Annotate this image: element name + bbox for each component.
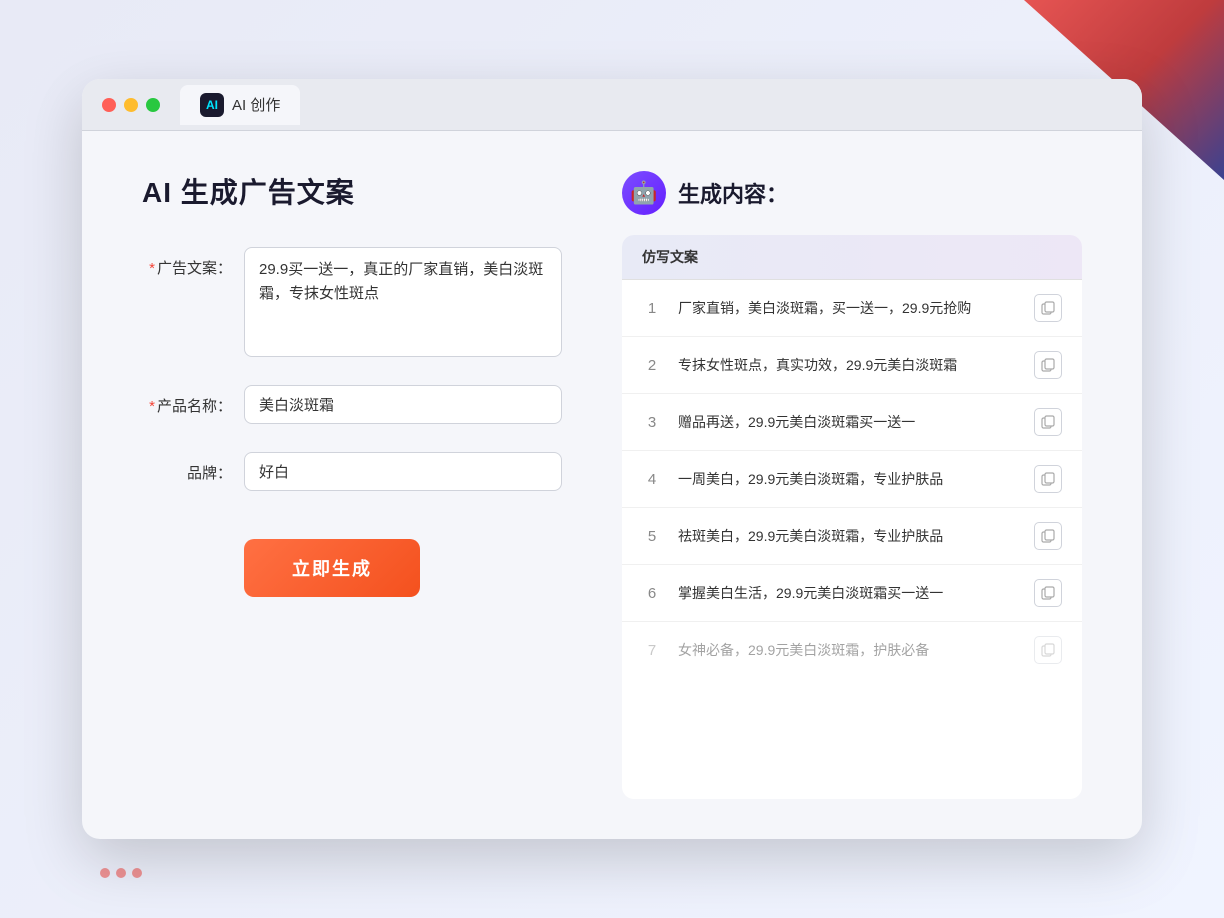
row-text: 厂家直销，美白淡斑霜，买一送一，29.9元抢购 [678,298,1018,319]
required-star-1: * [149,260,155,277]
row-number: 5 [642,528,662,545]
row-text: 专抹女性斑点，真实功效，29.9元美白淡斑霜 [678,355,1018,376]
row-number: 3 [642,414,662,431]
result-row: 7 女神必备，29.9元美白淡斑霜，护肤必备 [622,622,1082,678]
results-table: 仿写文案 1 厂家直销，美白淡斑霜，买一送一，29.9元抢购 2 专抹女性斑点，… [622,235,1082,799]
product-name-group: *产品名称： 美白淡斑霜 [142,385,562,424]
traffic-lights [102,98,160,112]
result-row: 6 掌握美白生活，29.9元美白淡斑霜买一送一 [622,565,1082,622]
ad-copy-label: *广告文案： [142,247,232,278]
copy-button[interactable] [1034,351,1062,379]
row-number: 2 [642,357,662,374]
browser-window: AI AI 创作 AI 生成广告文案 *广告文案： 29.9买一送一，真正的厂家… [82,79,1142,839]
brand-group: 品牌： 好白 [142,452,562,491]
robot-icon: 🤖 [622,171,666,215]
brand-input[interactable]: 好白 [244,452,562,491]
page-title: AI 生成广告文案 [142,171,562,211]
result-row: 1 厂家直销，美白淡斑霜，买一送一，29.9元抢购 [622,280,1082,337]
row-number: 4 [642,471,662,488]
copy-button[interactable] [1034,294,1062,322]
row-text: 女神必备，29.9元美白淡斑霜，护肤必备 [678,640,1018,661]
results-list: 1 厂家直销，美白淡斑霜，买一送一，29.9元抢购 2 专抹女性斑点，真实功效，… [622,280,1082,678]
maximize-button[interactable] [146,98,160,112]
result-row: 5 祛斑美白，29.9元美白淡斑霜，专业护肤品 [622,508,1082,565]
copy-button[interactable] [1034,522,1062,550]
brand-label: 品牌： [142,452,232,483]
copy-button[interactable] [1034,408,1062,436]
result-row: 3 赠品再送，29.9元美白淡斑霜买一送一 [622,394,1082,451]
left-panel: AI 生成广告文案 *广告文案： 29.9买一送一，真正的厂家直销，美白淡斑霜，… [142,171,562,799]
main-content: AI 生成广告文案 *广告文案： 29.9买一送一，真正的厂家直销，美白淡斑霜，… [82,131,1142,839]
close-button[interactable] [102,98,116,112]
result-row: 4 一周美白，29.9元美白淡斑霜，专业护肤品 [622,451,1082,508]
titlebar: AI AI 创作 [82,79,1142,131]
ad-copy-textarea[interactable]: 29.9买一送一，真正的厂家直销，美白淡斑霜，专抹女性斑点 [244,247,562,357]
product-name-input[interactable]: 美白淡斑霜 [244,385,562,424]
row-text: 一周美白，29.9元美白淡斑霜，专业护肤品 [678,469,1018,490]
result-title: 生成内容： [678,177,788,209]
ad-copy-group: *广告文案： 29.9买一送一，真正的厂家直销，美白淡斑霜，专抹女性斑点 [142,247,562,357]
copy-button[interactable] [1034,465,1062,493]
row-number: 7 [642,642,662,659]
tab-label: AI 创作 [232,94,280,115]
result-row: 2 专抹女性斑点，真实功效，29.9元美白淡斑霜 [622,337,1082,394]
row-number: 6 [642,585,662,602]
tab-ai-icon: AI [200,93,224,117]
generate-button[interactable]: 立即生成 [244,539,420,597]
decorative-dots [100,868,142,878]
required-star-2: * [149,398,155,415]
copy-button[interactable] [1034,579,1062,607]
product-name-label: *产品名称： [142,385,232,416]
right-panel: 🤖 生成内容： 仿写文案 1 厂家直销，美白淡斑霜，买一送一，29.9元抢购 2… [622,171,1082,799]
tab-ai-creation[interactable]: AI AI 创作 [180,85,300,125]
minimize-button[interactable] [124,98,138,112]
row-text: 赠品再送，29.9元美白淡斑霜买一送一 [678,412,1018,433]
row-text: 掌握美白生活，29.9元美白淡斑霜买一送一 [678,583,1018,604]
results-table-header: 仿写文案 [622,235,1082,280]
row-number: 1 [642,300,662,317]
row-text: 祛斑美白，29.9元美白淡斑霜，专业护肤品 [678,526,1018,547]
result-header: 🤖 生成内容： [622,171,1082,215]
copy-button[interactable] [1034,636,1062,664]
